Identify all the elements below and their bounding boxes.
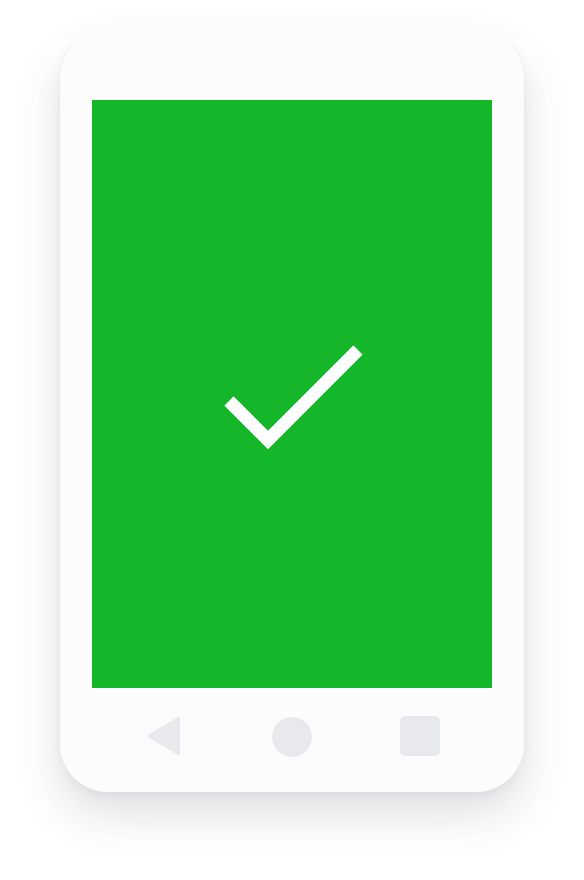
- phone-device-frame: [60, 31, 524, 792]
- back-button[interactable]: [146, 714, 186, 758]
- home-circle-icon: [272, 717, 312, 757]
- back-triangle-icon: [148, 716, 180, 756]
- navigation-bar: [60, 697, 524, 777]
- checkmark-icon: [224, 345, 363, 450]
- home-button[interactable]: [271, 716, 313, 758]
- recents-button[interactable]: [400, 716, 440, 756]
- page-background: [0, 0, 584, 880]
- phone-screen-success: [92, 100, 492, 688]
- recents-square-icon: [400, 716, 440, 756]
